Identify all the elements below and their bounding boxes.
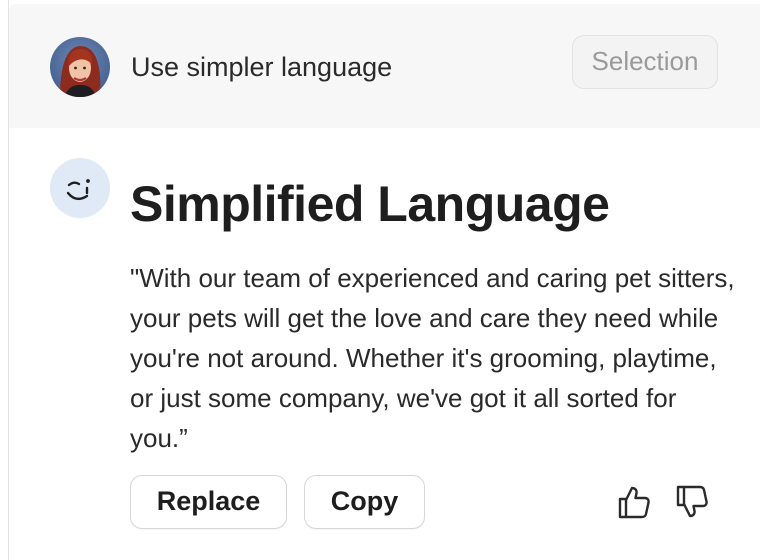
response-text: "With our team of experienced and caring… xyxy=(130,263,735,453)
prompt-text: Use simpler language xyxy=(131,52,393,82)
smiley-face-icon xyxy=(50,158,110,218)
replace-button[interactable]: Replace xyxy=(130,475,287,529)
user-avatar xyxy=(50,37,110,97)
selection-scope-chip[interactable]: Selection xyxy=(572,35,718,89)
response-title: Simplified Language xyxy=(130,176,610,232)
user-prompt-row: Use simpler language Selection xyxy=(9,4,760,128)
assistant-panel: Use simpler language Selection Simplifie… xyxy=(0,0,760,560)
copy-button[interactable]: Copy xyxy=(304,475,425,529)
thumbs-down-icon[interactable] xyxy=(672,482,712,522)
thumbs-up-icon[interactable] xyxy=(614,482,654,522)
